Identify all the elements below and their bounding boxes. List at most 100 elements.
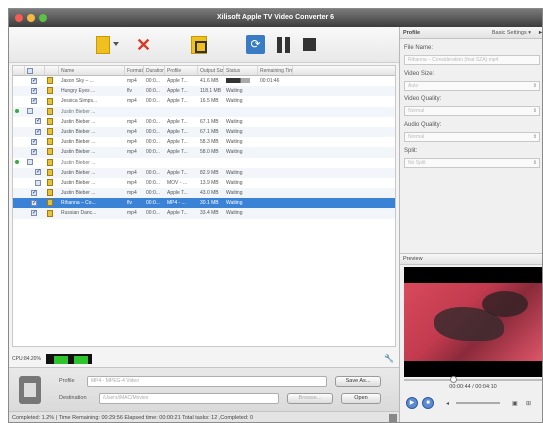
expand-toggle[interactable] [13,107,25,117]
file-profile[interactable]: Apple T... [165,147,198,157]
row-checkbox-cell[interactable] [25,117,45,127]
row-checkbox-cell[interactable] [25,168,45,178]
file-profile[interactable]: Apple T... [165,137,198,147]
col-output-size[interactable]: Output Size [198,66,224,75]
row-checkbox[interactable] [35,127,41,137]
stop-icon[interactable] [303,38,316,51]
log-icon[interactable] [389,414,397,422]
row-checkbox-cell[interactable] [25,137,45,147]
table-row[interactable]: Justin Bieber ... mp4 00:0... Apple T...67.… [13,126,395,138]
table-row[interactable]: Justin Bieber ... mp4 00:0... Apple T...82.… [13,167,395,178]
remove-x-icon[interactable]: ✕ [136,36,154,54]
row-checkbox[interactable] [31,76,37,86]
file-profile[interactable]: Apple T... [165,76,198,86]
seek-handle[interactable] [450,376,457,383]
snapshot-icon[interactable]: ▣ [512,400,518,407]
group-checkbox[interactable] [27,159,33,166]
col-profile[interactable]: Profile [165,66,198,75]
file-profile[interactable]: Apple T... [165,127,198,137]
pause-icon[interactable] [276,36,292,54]
convert-icon[interactable]: ⟳ [246,35,265,54]
table-group-row[interactable]: Justin Bieber ... [13,106,395,117]
row-checkbox-cell[interactable] [25,96,45,106]
row-checkbox[interactable] [31,208,37,218]
col-format[interactable]: Format [125,66,144,75]
expand-toggle[interactable] [13,158,25,168]
table-row[interactable]: Hungry Eyes ... flv 00:0... Apple T...118.1… [13,86,395,97]
row-checkbox-cell[interactable] [25,188,45,198]
table-row[interactable]: Russian Danc... mp4 00:0... Apple T...33.4 … [13,208,395,219]
row-checkbox[interactable] [31,188,37,198]
video-preview[interactable] [404,267,542,377]
file-profile[interactable]: Apple T... [165,96,198,106]
col-remaining[interactable]: Remaining Time [258,66,293,75]
fullscreen-icon[interactable]: ⊞ [526,400,531,407]
row-checkbox-cell[interactable] [25,147,45,157]
col-check[interactable] [25,66,45,75]
table-row[interactable]: Justin Bieber ... mp4 00:0... Apple T...67.… [13,117,395,127]
save-as-button[interactable]: Save As... [335,376,381,387]
play-icon[interactable]: ▶ [406,397,418,409]
row-checkbox-cell[interactable] [25,198,45,208]
volume-slider[interactable] [456,402,500,404]
merge-icon[interactable] [191,36,207,54]
file-name-input[interactable]: Rihanna – Consideration (feat SZA).mp4 [404,55,540,65]
video-quality-select[interactable]: Normal ⇕ [404,106,540,116]
close-window-button[interactable] [15,14,23,22]
group-expand-icon[interactable] [15,160,19,165]
group-expand-icon[interactable] [15,109,19,114]
profile-select[interactable]: MP4 - MPEG-4 Video [87,376,327,387]
select-all-checkbox[interactable] [27,67,33,74]
table-row[interactable]: Rihanna – Co... flv 00:0... MP4 - ...30.1 M… [13,198,395,209]
browse-button[interactable]: Browse... [287,393,333,404]
volume-icon[interactable]: ◂ [446,400,449,407]
file-profile[interactable]: Apple T... [165,117,198,127]
add-file-icon[interactable] [96,36,110,54]
table-group-row[interactable]: Justin Bieber ... [13,158,395,168]
zoom-window-button[interactable] [39,14,47,22]
group-checkbox[interactable] [27,108,33,115]
row-checkbox[interactable] [31,137,37,147]
file-profile[interactable]: Apple T... [165,208,198,218]
table-row[interactable]: Justin Bieber ... mp4 00:0... Apple T...58.… [13,137,395,147]
row-checkbox[interactable] [31,86,37,96]
seek-bar[interactable] [404,376,542,383]
row-checkbox-cell[interactable] [25,127,45,137]
table-row[interactable]: Jessica Simps... mp4 00:0... Apple T...16.5… [13,96,395,106]
row-checkbox[interactable] [35,117,41,126]
row-checkbox[interactable] [35,179,41,186]
file-profile[interactable]: Apple T... [165,188,198,198]
video-size-select[interactable]: Auto ⇕ [404,81,540,91]
minimize-window-button[interactable] [27,14,35,22]
open-button[interactable]: Open [341,393,381,404]
file-profile[interactable]: MP4 - ... [165,198,198,208]
col-duration[interactable]: Duration [144,66,165,75]
basic-settings-dropdown[interactable]: Basic Settings ▾ [492,27,531,39]
col-status[interactable]: Status [224,66,258,75]
table-row[interactable]: Justin Bieber ... mp4 00:0... Apple T...58.… [13,147,395,158]
panel-arrow-icon[interactable]: ▸ [539,27,542,39]
row-checkbox-cell[interactable] [25,208,45,218]
row-checkbox-cell[interactable] [25,76,45,86]
table-row[interactable]: Jason Sky – ... mp4 00:0... Apple T...41.6 … [13,76,395,86]
file-profile[interactable]: Apple T... [165,86,198,96]
col-name[interactable]: Name [59,66,125,75]
split-select[interactable]: No Split ⇕ [404,158,540,168]
wrench-icon[interactable]: 🔧 [384,353,394,365]
row-checkbox-cell[interactable] [25,107,45,117]
table-row[interactable]: Justin Bieber ... mp4 00:0... Apple T...43.… [13,188,395,199]
stop-preview-icon[interactable]: ■ [422,397,434,409]
profile-settings-icon[interactable] [19,376,41,404]
destination-input[interactable]: /Users/iMAC/Movies [99,393,279,404]
row-checkbox-cell[interactable] [25,86,45,96]
row-checkbox[interactable] [31,198,37,208]
file-profile[interactable]: Apple T... [165,168,198,178]
row-checkbox[interactable] [31,96,37,106]
add-dropdown-icon[interactable] [113,42,119,46]
file-profile[interactable]: MOV - ... [165,178,198,188]
table-row[interactable]: Justin Bieber ... mp4 00:0... MOV - ... 13.9… [13,178,395,188]
row-checkbox-cell[interactable] [25,158,45,168]
row-checkbox[interactable] [31,147,37,157]
row-checkbox-cell[interactable] [25,178,45,188]
audio-quality-select[interactable]: Normal ⇕ [404,132,540,142]
